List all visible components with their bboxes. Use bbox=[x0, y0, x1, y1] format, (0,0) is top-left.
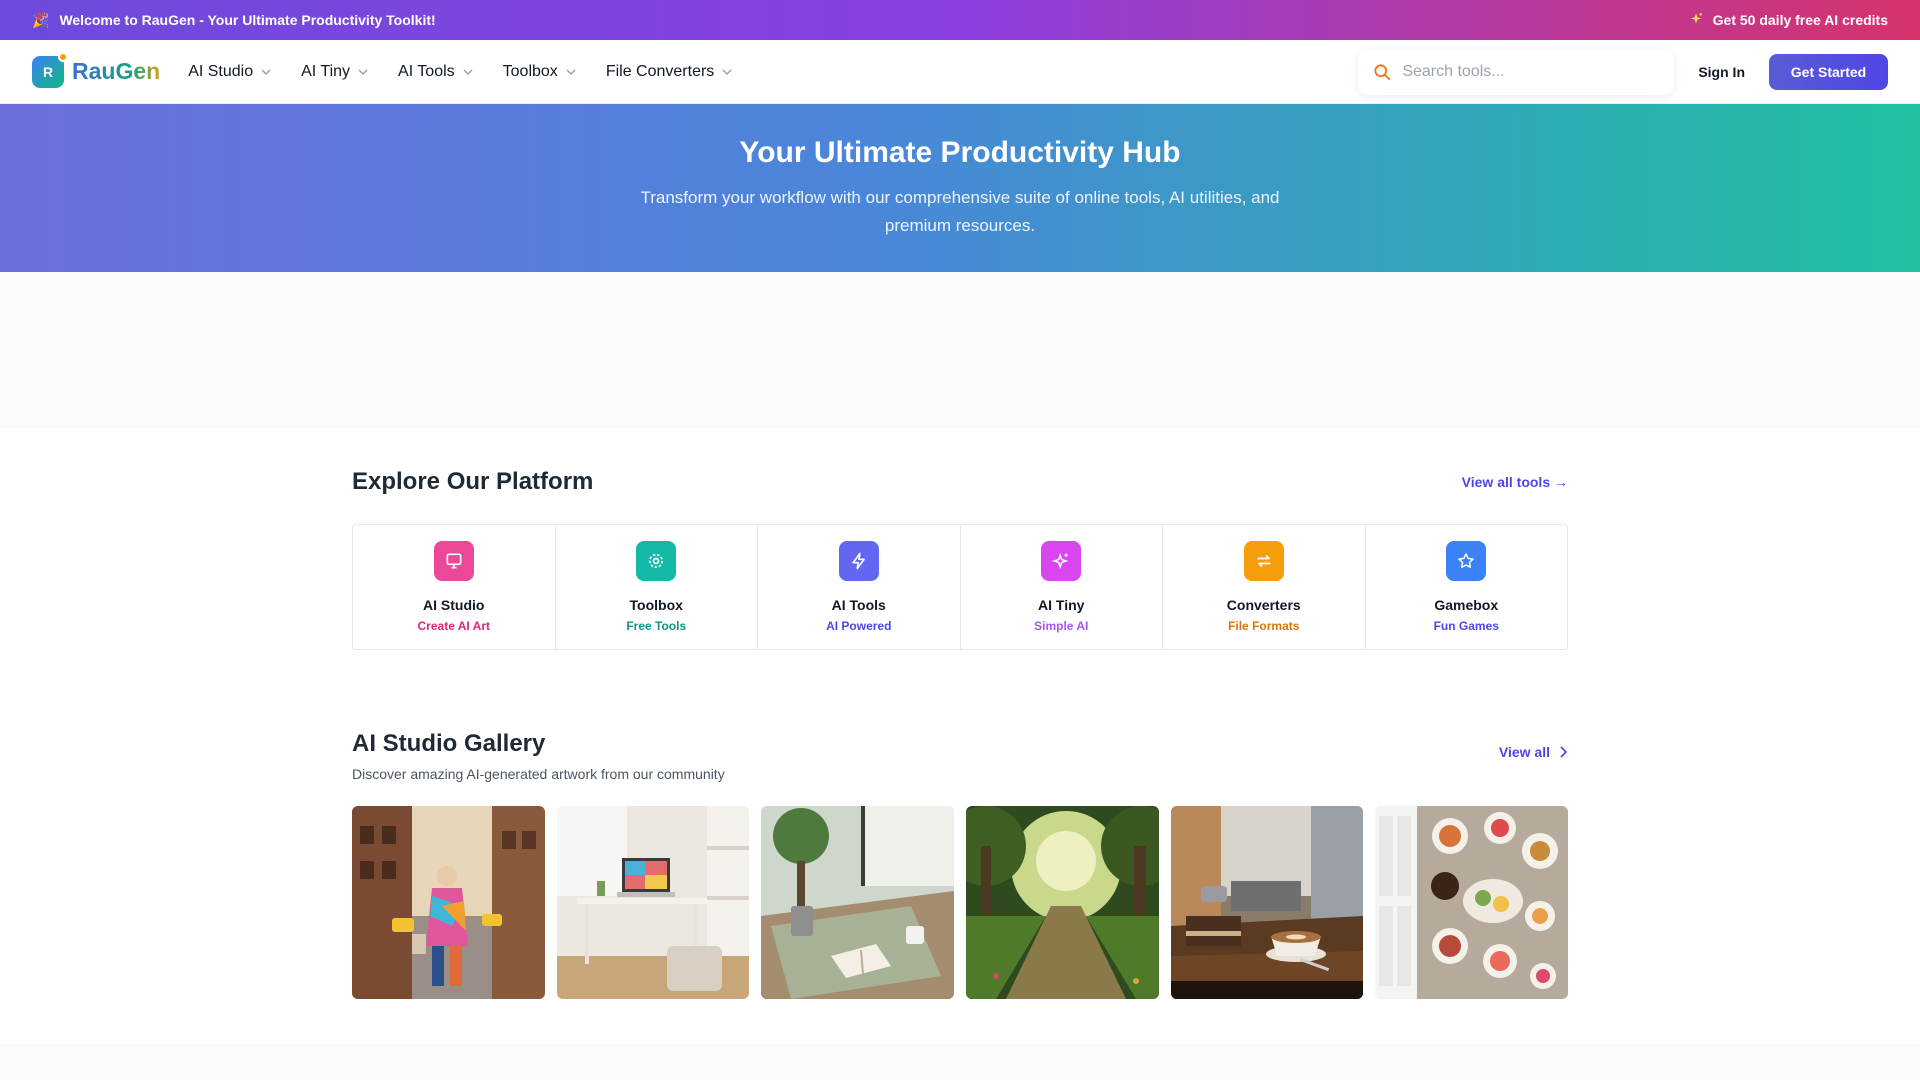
star-icon bbox=[1446, 541, 1487, 581]
sign-in-link[interactable]: Sign In bbox=[1698, 64, 1745, 80]
chevron-right-icon bbox=[1560, 746, 1568, 758]
card-subtitle: Create AI Art bbox=[417, 619, 490, 633]
chevron-down-icon bbox=[722, 68, 732, 75]
get-started-button[interactable]: Get Started bbox=[1769, 53, 1888, 90]
menu-ai-tools[interactable]: AI Tools bbox=[398, 63, 473, 81]
gallery-section: AI Studio Gallery Discover amazing AI-ge… bbox=[352, 650, 1569, 999]
chevron-down-icon bbox=[358, 68, 368, 75]
view-all-tools-link[interactable]: View all tools → bbox=[1462, 474, 1568, 490]
menu-file-converters[interactable]: File Converters bbox=[606, 63, 732, 81]
chevron-down-icon bbox=[261, 68, 271, 75]
announcement-bar: 🎉 Welcome to RauGen - Your Ultimate Prod… bbox=[0, 0, 1920, 40]
card-subtitle: File Formats bbox=[1228, 619, 1300, 633]
card-converters[interactable]: Converters File Formats bbox=[1163, 525, 1366, 649]
platform-cards: AI Studio Create AI Art Toolbox Free Too… bbox=[352, 524, 1568, 650]
chevron-down-icon bbox=[463, 68, 473, 75]
card-title: Toolbox bbox=[629, 597, 683, 613]
gallery-image-coffee-cafe[interactable] bbox=[1170, 806, 1364, 999]
party-icon: 🎉 bbox=[32, 11, 50, 28]
chevron-down-icon bbox=[566, 68, 576, 75]
gallery-title: AI Studio Gallery bbox=[352, 730, 546, 757]
logo-mark: R bbox=[32, 51, 68, 88]
explore-header: Explore Our Platform View all tools → bbox=[352, 468, 1568, 496]
menu-label: AI Tiny bbox=[301, 62, 351, 80]
bolt-icon bbox=[838, 541, 879, 581]
card-title: AI Studio bbox=[423, 597, 485, 613]
card-ai-studio[interactable]: AI Studio Create AI Art bbox=[353, 525, 556, 649]
footer-strip bbox=[0, 1044, 1920, 1080]
hero-banner: Your Ultimate Productivity Hub Transform… bbox=[0, 104, 1920, 272]
logo-dot bbox=[58, 51, 68, 62]
logo[interactable]: R RauGen bbox=[32, 51, 161, 88]
gallery-image-city-street[interactable] bbox=[352, 806, 545, 999]
logo-letter: R bbox=[42, 63, 54, 80]
gallery-subtitle: Discover amazing AI-generated artwork fr… bbox=[352, 766, 725, 782]
main-menu: AI Studio AI Tiny AI Tools Toolbox File … bbox=[188, 63, 732, 81]
menu-label: File Converters bbox=[605, 62, 715, 80]
menu-ai-studio[interactable]: AI Studio bbox=[188, 63, 271, 81]
hero-title: Your Ultimate Productivity Hub bbox=[739, 136, 1181, 169]
ad-placeholder bbox=[0, 272, 1920, 428]
menu-label: AI Tools bbox=[398, 62, 455, 80]
search-box[interactable] bbox=[1358, 48, 1675, 95]
menu-toolbox[interactable]: Toolbox bbox=[503, 63, 576, 81]
view-all-label: View all bbox=[1498, 744, 1550, 760]
search-icon bbox=[1374, 63, 1391, 80]
card-title: AI Tiny bbox=[1038, 597, 1085, 613]
gallery-image-book-on-floor[interactable] bbox=[761, 806, 955, 999]
menu-label: AI Studio bbox=[188, 62, 254, 80]
gear-icon bbox=[636, 541, 677, 581]
explore-title: Explore Our Platform bbox=[352, 468, 594, 495]
menu-ai-tiny[interactable]: AI Tiny bbox=[301, 63, 368, 81]
card-title: AI Tools bbox=[831, 597, 886, 613]
gallery-view-all-link[interactable]: View all bbox=[1499, 744, 1568, 760]
credits-text: Get 50 daily free AI credits bbox=[1712, 12, 1888, 28]
gallery-image-food-table[interactable] bbox=[1375, 806, 1569, 999]
card-ai-tiny[interactable]: AI Tiny Simple AI bbox=[961, 525, 1163, 649]
card-subtitle: Fun Games bbox=[1433, 619, 1499, 633]
menu-label: Toolbox bbox=[502, 62, 558, 80]
gallery-grid bbox=[352, 806, 1569, 999]
card-ai-tools[interactable]: AI Tools AI Powered bbox=[758, 525, 961, 649]
credits-promo[interactable]: Get 50 daily free AI credits bbox=[1689, 12, 1888, 29]
card-toolbox[interactable]: Toolbox Free Tools bbox=[556, 525, 758, 649]
swap-icon bbox=[1243, 541, 1284, 581]
sparkle-icon bbox=[1041, 541, 1082, 581]
nav-right: Sign In Get Started bbox=[1358, 48, 1888, 95]
card-title: Gamebox bbox=[1434, 597, 1499, 613]
explore-section: Explore Our Platform View all tools → AI… bbox=[352, 428, 1568, 650]
gallery-image-desk-workspace[interactable] bbox=[556, 806, 750, 999]
search-input[interactable] bbox=[1402, 62, 1643, 81]
announcement-left: 🎉 Welcome to RauGen - Your Ultimate Prod… bbox=[32, 12, 436, 29]
top-navbar: R RauGen AI Studio AI Tiny AI Tools Tool… bbox=[0, 40, 1920, 104]
gallery-header: AI Studio Gallery Discover amazing AI-ge… bbox=[352, 730, 1568, 782]
hero-subtitle: Transform your workflow with our compreh… bbox=[640, 188, 1280, 235]
card-subtitle: AI Powered bbox=[826, 619, 892, 633]
sparkle-icon bbox=[1689, 12, 1703, 29]
monitor-icon bbox=[433, 541, 474, 581]
announcement-text: Welcome to RauGen - Your Ultimate Produc… bbox=[59, 12, 436, 28]
card-subtitle: Simple AI bbox=[1034, 619, 1089, 633]
card-title: Converters bbox=[1226, 597, 1301, 613]
card-gamebox[interactable]: Gamebox Fun Games bbox=[1366, 525, 1568, 649]
gallery-image-forest-path[interactable] bbox=[966, 806, 1159, 999]
card-subtitle: Free Tools bbox=[626, 619, 687, 633]
gallery-heading: AI Studio Gallery Discover amazing AI-ge… bbox=[352, 730, 725, 782]
logo-text: RauGen bbox=[72, 58, 161, 84]
